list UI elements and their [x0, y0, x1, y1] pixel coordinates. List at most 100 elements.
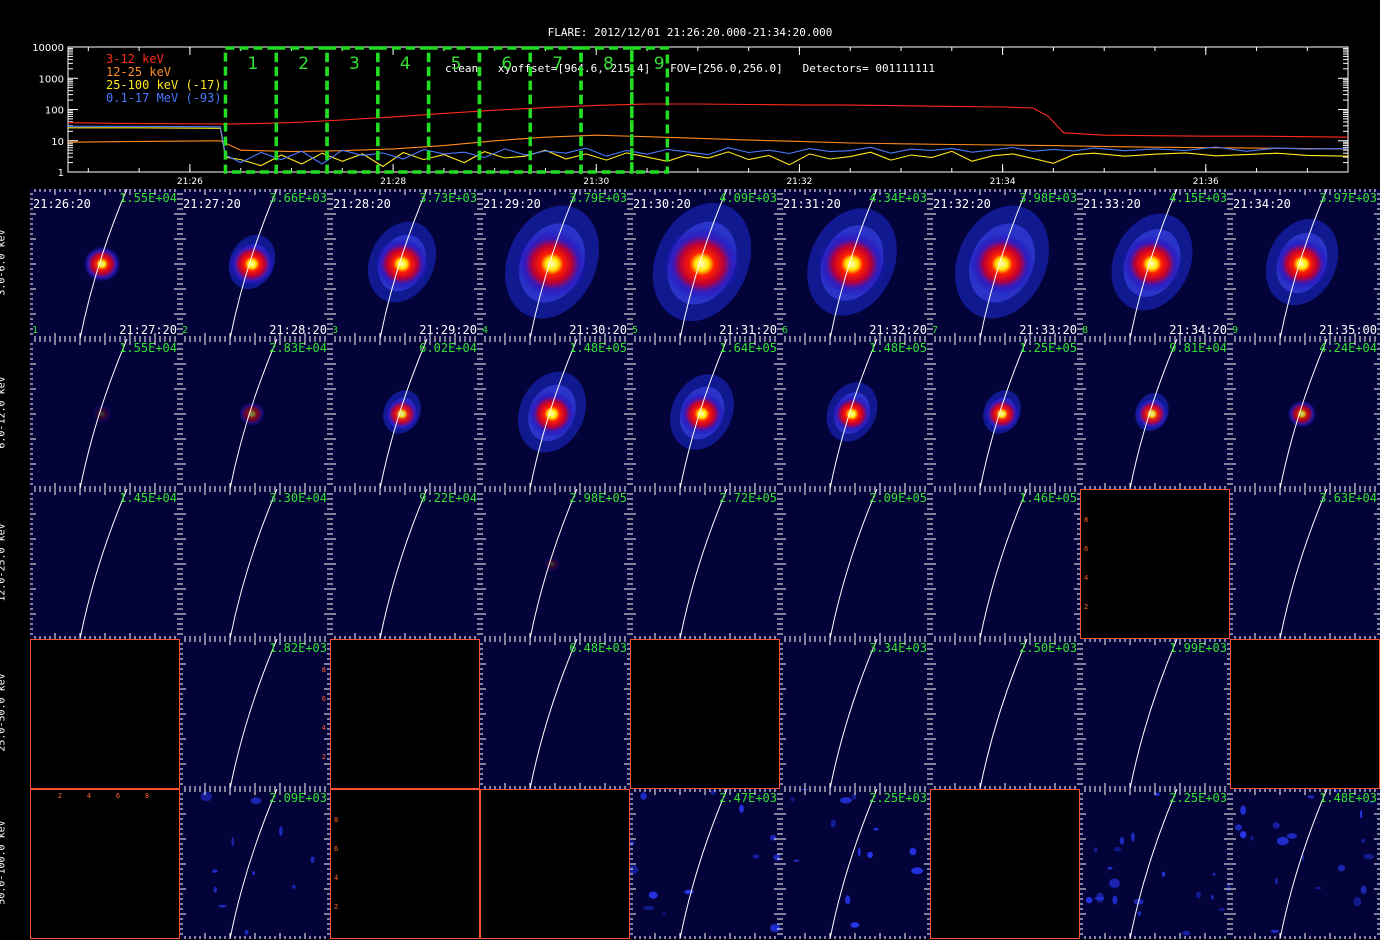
cell-end-time: 21:29:20 — [419, 323, 477, 337]
source-core — [1122, 235, 1182, 293]
solar-limb — [679, 789, 728, 939]
image-svg — [1230, 789, 1380, 939]
image-cell — [1230, 639, 1380, 789]
cell-max-value: 9.81E+04 — [1169, 341, 1227, 355]
noise-blob — [873, 827, 879, 831]
image-svg — [780, 489, 930, 639]
axis-number: 2 — [1084, 603, 1088, 611]
cell-max-value: 1.55E+04 — [119, 191, 177, 205]
axis-number: 4 — [1084, 574, 1088, 582]
noise-blob — [851, 793, 857, 800]
image-svg — [330, 489, 480, 639]
cell-max-value: 2.25E+03 — [1169, 791, 1227, 805]
axis-number: 6 — [334, 845, 338, 853]
y-tick-label: 100 — [45, 106, 64, 117]
image-svg — [330, 339, 480, 489]
row-label: 25.0-50.0 keV — [0, 673, 8, 752]
interval-label-6: 6 — [501, 54, 512, 74]
row-label: 12.0-25.0 keV — [0, 523, 8, 602]
cell-index: 2 — [182, 325, 189, 336]
noise-blob — [662, 912, 667, 915]
noise-blob — [1131, 832, 1135, 842]
cell-max-value: 2.50E+03 — [1019, 641, 1077, 655]
image-cell — [630, 639, 780, 789]
x-tick-label: 21:34 — [990, 177, 1016, 187]
cell-end-time: 21:27:20 — [119, 323, 177, 337]
cell-start-time: 21:30:20 — [633, 197, 691, 211]
cell-max-value: 2.83E+04 — [269, 341, 327, 355]
empty-frame — [480, 789, 630, 939]
noise-blob — [310, 856, 315, 863]
axis-number: 2 — [322, 753, 326, 761]
image-cell — [930, 789, 1080, 939]
image-cell: 2 4 6 8 — [1080, 489, 1230, 639]
image-cell: 9.22E+04 — [330, 489, 480, 639]
source-core — [1135, 398, 1169, 430]
interval-label-5: 5 — [451, 54, 462, 74]
cell-max-value: 1.25E+05 — [1019, 341, 1077, 355]
image-cell: 2.98E+05 — [480, 489, 630, 639]
cell-max-value: 6.48E+03 — [569, 641, 627, 655]
solar-limb — [1279, 789, 1328, 939]
image-svg — [180, 789, 330, 939]
image-svg — [1080, 339, 1230, 489]
row-label: 6.0-12.0 keV — [0, 376, 8, 449]
noise-blob — [773, 854, 780, 861]
cell-max-value: 4.15E+03 — [1169, 191, 1227, 205]
image-svg — [480, 789, 630, 939]
cell-max-value: 1.64E+05 — [719, 341, 777, 355]
noise-blob — [1276, 836, 1289, 846]
source-core — [984, 396, 1020, 432]
cell-start-time: 21:34:20 — [1233, 197, 1291, 211]
source-core — [83, 246, 121, 282]
image-svg: 2 4 6 8 — [330, 789, 480, 939]
noise-blob — [909, 847, 917, 856]
image-svg — [480, 189, 630, 339]
cell-index: 7 — [932, 325, 939, 336]
source-core — [818, 231, 886, 297]
cell-max-value: 3.34E+03 — [869, 641, 927, 655]
noise-blob — [630, 865, 639, 874]
image-cell: 4.34E+03 21:31:20 21:32:20 6 — [780, 189, 930, 339]
image-cell: 2.47E+03 — [630, 789, 780, 939]
noise-blob — [1085, 897, 1093, 904]
source-core — [516, 230, 588, 298]
solar-limb — [1129, 789, 1178, 939]
noise-blob — [1107, 867, 1113, 870]
interval-label-3: 3 — [349, 54, 360, 74]
cell-max-value: 3.30E+04 — [269, 491, 327, 505]
image-svg — [630, 339, 780, 489]
noise-blob — [213, 886, 218, 893]
axis-number: 4 — [87, 792, 91, 800]
image-svg — [330, 189, 480, 339]
cell-max-value: 6.02E+04 — [419, 341, 477, 355]
axis-number: 6 — [1084, 545, 1088, 553]
solar-limb — [229, 489, 278, 639]
source-core — [229, 242, 275, 286]
cell-max-value: 9.22E+04 — [419, 491, 477, 505]
image-cell: 2.72E+05 — [630, 489, 780, 639]
cell-max-value: 2.72E+05 — [719, 491, 777, 505]
axis-number: 8 — [145, 792, 149, 800]
image-cell: 2 4 6 8 1.82E+03 — [180, 639, 330, 789]
noise-blob — [1240, 805, 1246, 815]
image-cell: 3.63E+04 — [1230, 489, 1380, 639]
noise-blob — [1353, 897, 1362, 907]
cell-end-time: 21:31:20 — [719, 323, 777, 337]
noise-blob — [684, 889, 694, 894]
image-svg — [1080, 639, 1230, 789]
noise-blob — [1240, 831, 1247, 839]
cell-max-value: 1.99E+03 — [1169, 641, 1227, 655]
image-cell: 1.99E+03 — [1080, 639, 1230, 789]
cell-max-value: 2.09E+05 — [869, 491, 927, 505]
image-svg — [1230, 189, 1380, 339]
cell-index: 4 — [482, 325, 489, 336]
row-label: 3.0-6.0 keV — [0, 229, 8, 296]
solar-limb — [229, 789, 278, 939]
image-svg — [30, 489, 180, 639]
cell-index: 6 — [782, 325, 789, 336]
image-cell: 6.02E+04 — [330, 339, 480, 489]
noise-blob — [1361, 838, 1366, 843]
cell-start-time: 21:27:20 — [183, 197, 241, 211]
cell-max-value: 3.97E+03 — [1319, 191, 1377, 205]
